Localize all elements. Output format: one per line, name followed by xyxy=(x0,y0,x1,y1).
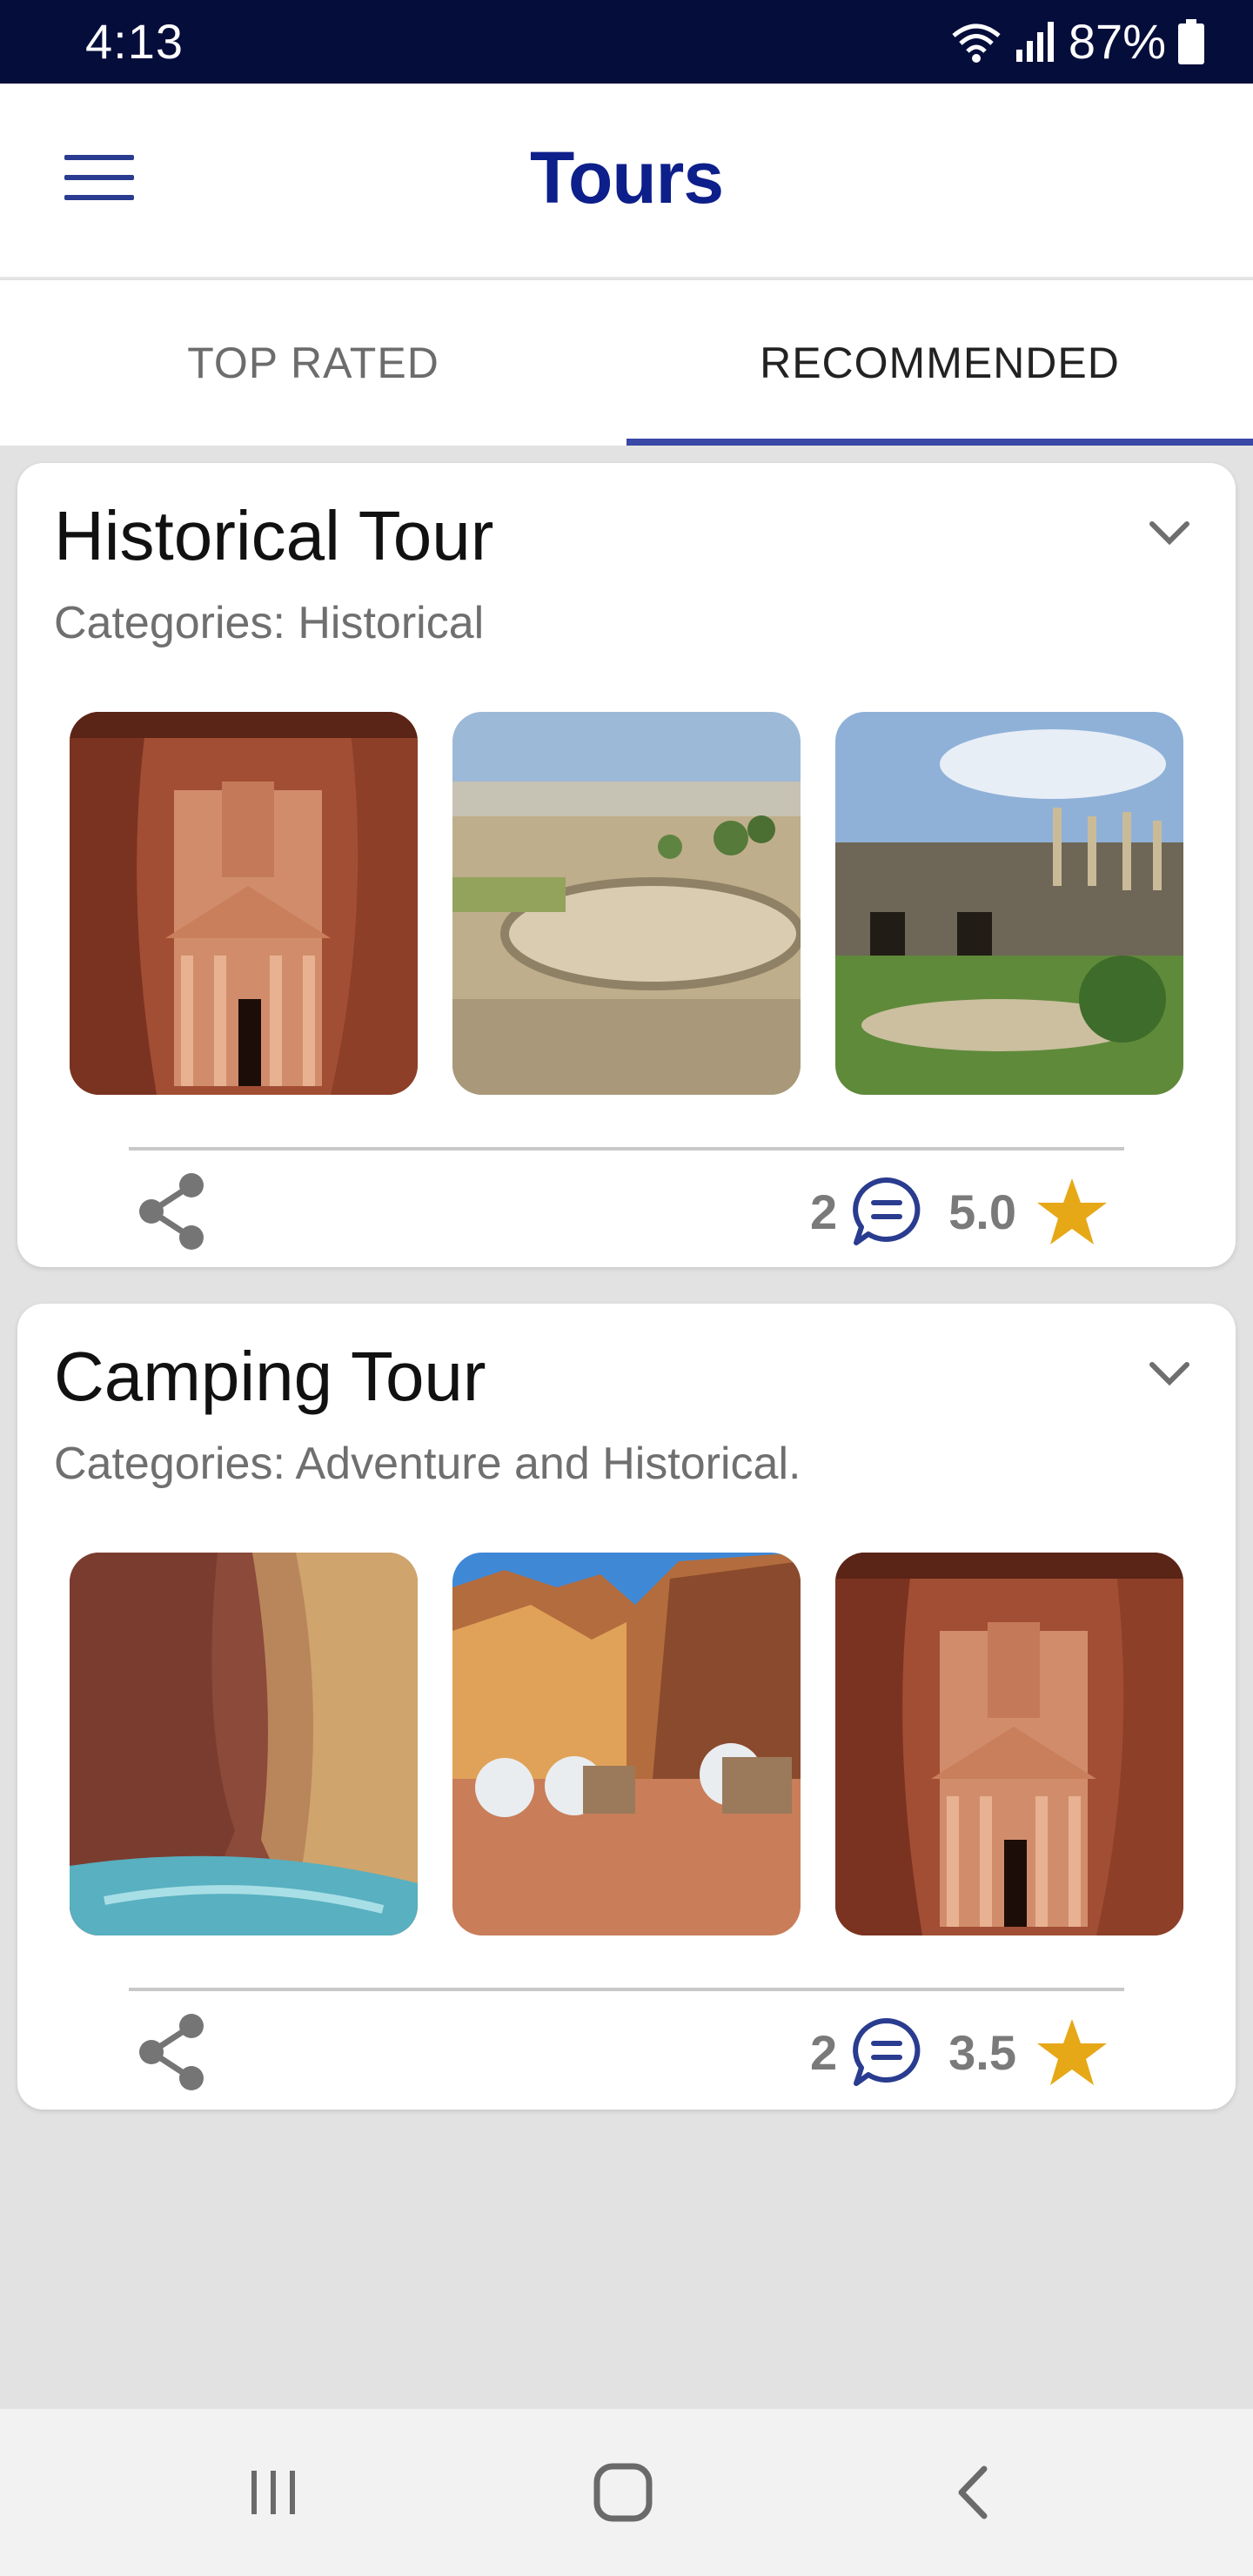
rating-value: 5.0 xyxy=(948,1184,1016,1239)
page-title: Tours xyxy=(529,137,724,218)
rating-value: 3.5 xyxy=(948,2024,1016,2080)
star-icon xyxy=(1037,2019,1107,2085)
comments-count: 2 xyxy=(809,1184,838,1239)
home-icon[interactable] xyxy=(571,2440,675,2545)
battery-icon xyxy=(1178,19,1204,64)
system-nav-bar xyxy=(0,2409,1253,2576)
wifi-icon xyxy=(952,23,1001,63)
app-bar: Tours xyxy=(0,84,1253,278)
tab-top-rated[interactable]: TOP RATED xyxy=(0,280,626,446)
active-tab-indicator xyxy=(626,439,1253,446)
jerash-oval-plaza-photo[interactable] xyxy=(452,712,801,1095)
comments-count: 2 xyxy=(809,2024,838,2080)
chevron-down-icon[interactable] xyxy=(1135,498,1204,567)
recent-apps-icon[interactable] xyxy=(221,2440,325,2545)
tour-title: Historical Tour xyxy=(54,497,494,574)
signal-icon xyxy=(1015,22,1054,62)
tour-stats: 2 3.5 xyxy=(810,2016,1109,2089)
tour-gallery xyxy=(70,712,1183,1095)
status-bar: 4:13 87% xyxy=(0,0,1253,84)
share-icon[interactable] xyxy=(127,2007,218,2097)
comment-icon[interactable] xyxy=(849,1175,924,1248)
tour-categories: Categories: Historical xyxy=(54,598,485,648)
tour-card[interactable]: Camping Tour Categories: Adventure and H… xyxy=(17,1304,1236,2110)
chevron-down-icon[interactable] xyxy=(1135,1338,1204,1408)
card-divider xyxy=(129,1988,1124,1991)
tab-label: RECOMMENDED xyxy=(760,339,1120,387)
back-icon[interactable] xyxy=(922,2440,1027,2545)
share-icon[interactable] xyxy=(127,1166,218,1257)
wadi-rum-bubble-camp-photo[interactable] xyxy=(452,1553,801,1935)
tour-gallery xyxy=(70,1553,1183,1935)
status-time: 4:13 xyxy=(85,14,184,69)
card-divider xyxy=(129,1147,1124,1150)
petra-treasury-photo[interactable] xyxy=(70,712,418,1095)
petra-treasury-photo[interactable] xyxy=(835,1553,1183,1935)
tab-label: TOP RATED xyxy=(187,339,439,387)
tour-categories: Categories: Adventure and Historical. xyxy=(54,1439,801,1489)
tour-card[interactable]: Historical Tour Categories: Historical 2… xyxy=(17,463,1236,1267)
star-icon xyxy=(1037,1178,1107,1244)
comment-icon[interactable] xyxy=(849,2016,924,2089)
status-icons: 87% xyxy=(950,12,1204,71)
tab-bar: TOP RATED RECOMMENDED xyxy=(0,280,1253,446)
tour-title: Camping Tour xyxy=(54,1338,486,1415)
wadi-mujib-canyon-photo[interactable] xyxy=(70,1553,418,1935)
tour-stats: 2 5.0 xyxy=(810,1175,1109,1248)
jerash-ruins-columns-photo[interactable] xyxy=(835,712,1183,1095)
battery-percentage: 87% xyxy=(1068,14,1166,69)
tab-recommended[interactable]: RECOMMENDED xyxy=(626,280,1253,446)
